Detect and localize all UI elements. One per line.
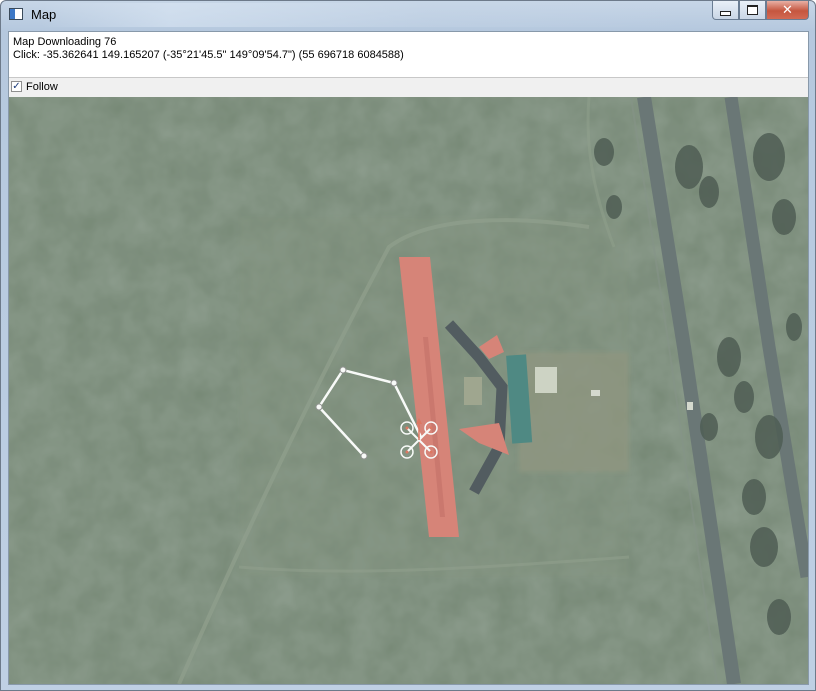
close-button[interactable]: ✕: [766, 1, 809, 20]
title-bar-ghost-background: [41, 3, 681, 27]
download-status-text: Map Downloading 76: [13, 36, 117, 48]
maximize-button[interactable]: [739, 1, 766, 20]
map-canvas[interactable]: [9, 97, 808, 684]
map-view[interactable]: [9, 97, 808, 684]
map-window: Map ✕ Map Downloading 76 Click: -35.3626…: [0, 0, 816, 691]
minimize-icon: [720, 10, 731, 16]
close-icon: ✕: [782, 2, 793, 18]
client-area: Map Downloading 76 Click: -35.362641 149…: [8, 31, 809, 685]
follow-label[interactable]: Follow: [26, 81, 58, 93]
follow-row: ✓ Follow: [9, 78, 808, 97]
app-window-icon: [9, 8, 23, 20]
window-title: Map: [31, 7, 57, 22]
map-haze: [9, 97, 808, 684]
check-icon: ✓: [12, 80, 21, 92]
maximize-icon: [747, 5, 758, 15]
follow-checkbox[interactable]: ✓: [11, 81, 22, 92]
caption-buttons: ✕: [712, 1, 809, 21]
minimize-button[interactable]: [712, 1, 739, 20]
info-text-box[interactable]: Map Downloading 76 Click: -35.362641 149…: [9, 32, 808, 78]
title-bar[interactable]: Map ✕: [1, 1, 815, 30]
click-coordinates-text: Click: -35.362641 149.165207 (-35°21'45.…: [13, 49, 404, 61]
